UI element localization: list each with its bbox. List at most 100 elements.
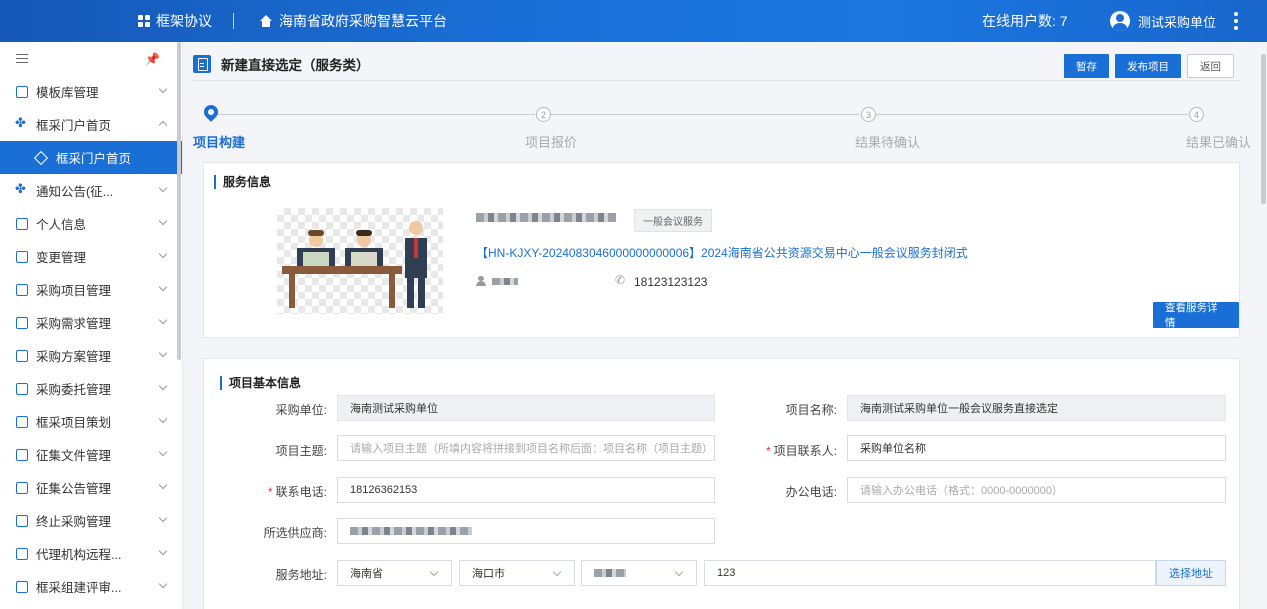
chevron-down-icon <box>158 315 168 325</box>
sidebar-item-label: 模板库管理 <box>36 86 99 100</box>
chevron-down-icon <box>158 447 168 457</box>
username: 测试采购单位 <box>1138 14 1217 30</box>
sidebar-header: 📌 <box>0 42 182 75</box>
step-label-pending: 结果待确认 <box>855 135 921 150</box>
diamond-icon <box>33 150 49 165</box>
step-connector <box>551 114 859 115</box>
step-connector <box>876 114 1188 115</box>
contact-phone: 18123123123 <box>634 275 708 289</box>
person-icon <box>476 276 486 286</box>
project-contact-input[interactable]: 采购单位名称 <box>847 435 1226 461</box>
platform-name: 海南省政府采购智慧云平台 <box>279 13 447 29</box>
redacted-contact-name <box>492 278 518 285</box>
chevron-down-icon <box>158 381 168 391</box>
selected-supplier-field[interactable] <box>337 518 715 544</box>
user-menu[interactable]: 测试采购单位 <box>1110 0 1216 42</box>
chevron-down-icon <box>158 183 168 193</box>
step-number: 2 <box>536 107 551 122</box>
sidebar-scrollbar[interactable] <box>177 42 181 360</box>
sidebar-item-label: 征集文件管理 <box>36 449 112 463</box>
cluster-icon <box>15 181 28 197</box>
project-name-label: 项目名称: <box>785 403 837 417</box>
sidebar-item-template-library[interactable]: 模板库管理 <box>0 75 182 108</box>
district-select[interactable] <box>581 560 697 586</box>
progress-steps: 2 3 4 项目构建 项目报价 结果待确认 结果已确认 <box>193 102 1257 152</box>
sidebar-subitem-portal-home[interactable]: 框采门户首页 <box>0 141 182 174</box>
city-value: 海口市 <box>472 568 505 580</box>
folder-icon <box>16 283 28 296</box>
chevron-down-icon <box>429 567 439 577</box>
file-icon <box>16 448 28 461</box>
supplier-label: 所选供应商: <box>263 526 327 540</box>
module-name: 框架协议 <box>156 13 212 29</box>
sidebar-item-project-plan[interactable]: 框采项目策划 <box>0 405 182 438</box>
publish-button[interactable]: 发布项目 <box>1115 54 1181 78</box>
platform-link[interactable]: 海南省政府采购智慧云平台 <box>259 0 447 42</box>
sidebar-item-plan[interactable]: 采购方案管理 <box>0 339 182 372</box>
sidebar-item-procurement-project[interactable]: 采购项目管理 <box>0 273 182 306</box>
sidebar-item-notice[interactable]: 通知公告(征... <box>0 174 182 207</box>
purchaser-label: 采购单位: <box>275 403 327 417</box>
chevron-down-icon <box>158 546 168 556</box>
chevron-down-icon <box>158 414 168 424</box>
address-detail-input[interactable]: 123 <box>704 560 1156 586</box>
sidebar-item-entrust[interactable]: 采购委托管理 <box>0 372 182 405</box>
province-select[interactable]: 海南省 <box>337 560 452 586</box>
sidebar-item-label: 个人信息 <box>36 218 87 232</box>
chevron-down-icon <box>552 567 562 577</box>
city-select[interactable]: 海口市 <box>459 560 575 586</box>
menu-icon[interactable] <box>16 53 28 64</box>
service-category-tag: 一般会议服务 <box>634 209 712 232</box>
sidebar-item-label: 采购方案管理 <box>36 350 112 364</box>
sidebar-item-label: 通知公告(征... <box>36 185 114 199</box>
review-icon <box>16 580 28 593</box>
online-users: 在线用户数: 7 <box>982 13 1068 29</box>
save-draft-button[interactable]: 暂存 <box>1064 54 1109 78</box>
module-switcher[interactable]: 框架协议 <box>138 0 212 42</box>
sidebar-item-label: 征集公告管理 <box>36 482 112 496</box>
location-pin-icon <box>201 102 221 122</box>
chevron-down-icon <box>158 249 168 259</box>
sidebar-item-portal[interactable]: 框采门户首页 <box>0 108 182 141</box>
sidebar-item-change[interactable]: 变更管理 <box>0 240 182 273</box>
subject-label: 项目主题: <box>275 444 327 458</box>
sidebar-item-solicitation-notice[interactable]: 征集公告管理 <box>0 471 182 504</box>
entrust-icon <box>16 382 28 395</box>
sidebar-item-review[interactable]: 框采组建评审... <box>0 570 182 603</box>
back-button[interactable]: 返回 <box>1187 54 1234 78</box>
service-info-card: 服务信息 一般会议服务 【HN-KJXY-2024083046000000000… <box>203 162 1240 338</box>
sidebar-item-agency-remote[interactable]: 代理机构远程... <box>0 537 182 570</box>
more-vertical-icon[interactable] <box>1233 12 1239 30</box>
view-service-detail-button[interactable]: 查看服务详情 <box>1153 302 1239 329</box>
project-subject-input[interactable]: 请输入项目主题（所填内容将拼接到项目名称后面：项目名称（项目主题） <box>337 435 715 461</box>
redacted-supplier-name <box>476 213 616 222</box>
chevron-down-icon <box>158 579 168 589</box>
sidebar-item-label: 采购项目管理 <box>36 284 112 298</box>
sidebar: 📌 模板库管理 框采门户首页 框采门户首页 通知公告(征... 个人信息 变更管… <box>0 42 183 609</box>
sidebar-item-label: 框采组建评审... <box>36 581 122 595</box>
sidebar-item-terminate[interactable]: 终止采购管理 <box>0 504 182 537</box>
main-scrollbar[interactable] <box>1261 54 1266 204</box>
contact-phone-input[interactable]: 18126362153 <box>337 477 715 503</box>
chevron-down-icon <box>674 567 684 577</box>
avatar <box>1110 11 1130 31</box>
step-connector <box>217 114 535 115</box>
office-phone-input[interactable]: 请输入办公电话（格式：0000-0000000） <box>847 477 1226 503</box>
province-value: 海南省 <box>350 568 383 580</box>
sidebar-item-label: 变更管理 <box>36 251 87 265</box>
divider <box>233 13 234 29</box>
service-illustration <box>277 208 443 314</box>
phone-icon: ✆ <box>615 273 626 287</box>
step-label-confirmed: 结果已确认 <box>1186 135 1252 150</box>
sidebar-item-label: 框采门户首页 <box>56 152 132 166</box>
pin-icon[interactable]: 📌 <box>145 52 160 66</box>
chevron-up-icon <box>158 120 168 130</box>
sidebar-item-solicitation-file[interactable]: 征集文件管理 <box>0 438 182 471</box>
redacted-supplier <box>350 527 472 535</box>
sidebar-item-requirement[interactable]: 采购需求管理 <box>0 306 182 339</box>
select-address-button[interactable]: 选择地址 <box>1156 560 1226 586</box>
home-icon <box>259 15 273 27</box>
document-icon <box>193 55 211 73</box>
sidebar-item-personal-info[interactable]: 个人信息 <box>0 207 182 240</box>
project-link[interactable]: 【HN-KJXY-2024083046000000000006】2024海南省公… <box>476 244 968 261</box>
